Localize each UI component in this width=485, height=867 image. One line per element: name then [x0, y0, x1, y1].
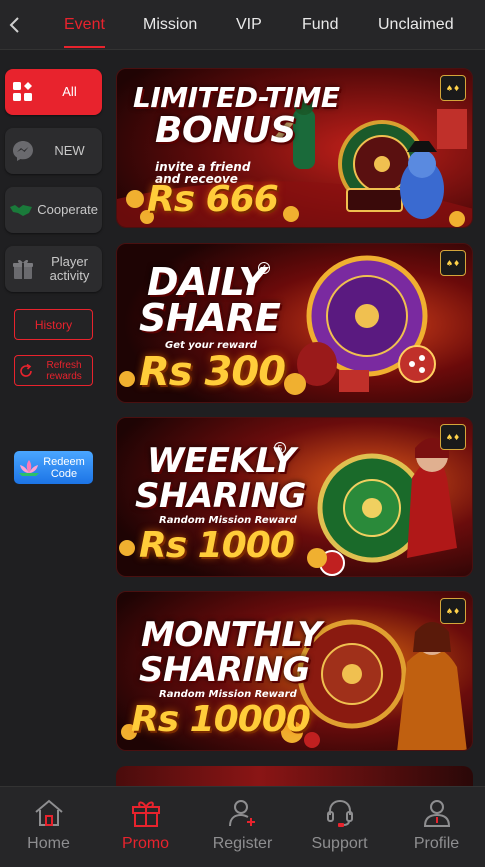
banner-daily-share[interactable]: DAILY SHARE Get your reward Rs 300 4 ♠♦ [116, 243, 473, 403]
banner-amount: Rs 10000 [131, 699, 311, 740]
banner-number-badge: 5 [274, 442, 286, 454]
gift-icon [131, 801, 160, 827]
nav-label: Register [212, 835, 273, 852]
nav-home[interactable]: Home [0, 787, 97, 867]
banner-title-line1: MONTHLY [141, 615, 322, 655]
nav-label: Promo [121, 835, 170, 852]
nav-label: Support [311, 835, 368, 852]
tab-event[interactable]: Event [64, 0, 105, 50]
brand-logo-icon: ♠♦ [440, 75, 466, 101]
nav-promo[interactable]: Promo [97, 787, 194, 867]
top-tab-bar: Event Mission VIP Fund Unclaimed [0, 0, 485, 50]
banner-monthly-sharing[interactable]: MONTHLY SHARING Random Mission Reward Rs… [116, 591, 473, 751]
tab-fund[interactable]: Fund [302, 0, 338, 50]
chevron-left-icon [9, 16, 19, 33]
brand-logo-icon: ♠♦ [440, 598, 466, 624]
banner-title-line1: DAILY [147, 260, 266, 304]
category-sidebar: All NEW Cooperate Player activity Histor… [0, 50, 110, 785]
handshake-icon [5, 201, 37, 219]
brand-logo-icon: ♠♦ [440, 250, 466, 276]
nav-profile[interactable]: Profile [388, 787, 485, 867]
profile-icon [423, 800, 450, 827]
history-button[interactable]: History [14, 309, 93, 340]
sidebar-item-player-activity[interactable]: Player activity [5, 246, 102, 292]
redeem-code-label: Redeem Code [43, 455, 85, 480]
tab-unclaimed[interactable]: Unclaimed [378, 0, 454, 50]
sidebar-item-label: Cooperate [37, 202, 98, 217]
sidebar-item-all[interactable]: All [5, 69, 102, 115]
banner-amount: Rs 666 [147, 179, 279, 220]
refresh-rewards-button[interactable]: Refresh rewards [14, 355, 93, 386]
grid-icon [5, 81, 41, 103]
banner-title-line2: SHARING [135, 476, 306, 516]
sidebar-item-label: NEW [54, 143, 85, 158]
home-icon [34, 799, 63, 826]
headset-icon [326, 799, 353, 827]
tab-mission[interactable]: Mission [143, 0, 197, 50]
sidebar-item-new[interactable]: NEW [5, 128, 102, 174]
gift-icon [5, 258, 41, 280]
back-button[interactable] [0, 0, 28, 50]
tab-vip[interactable]: VIP [236, 0, 262, 50]
banner-title-line2: SHARING [139, 650, 310, 690]
redeem-code-button[interactable]: Redeem Code [14, 451, 93, 484]
banner-amount: Rs 1000 [139, 525, 295, 566]
banner-title-line2: BONUS [155, 110, 296, 151]
nav-label: Profile [413, 835, 460, 852]
refresh-icon [20, 363, 32, 377]
banner-title-line2: SHARE [139, 296, 281, 340]
nav-support[interactable]: Support [291, 787, 388, 867]
bottom-nav: Home Promo Register Support Profile [0, 786, 485, 867]
banner-number-badge: 4 [258, 262, 270, 274]
nav-register[interactable]: Register [194, 787, 291, 867]
lotus-icon [19, 459, 39, 476]
add-user-icon [228, 800, 255, 827]
sidebar-item-label: All [62, 84, 77, 99]
sidebar-item-label: Player activity [49, 254, 90, 283]
banner-limited-time-bonus[interactable]: LIMITED-TIME BONUS invite a friend and r… [116, 68, 473, 228]
banner-title-line1: LIMITED-TIME [133, 81, 340, 114]
nav-label: Home [27, 835, 70, 852]
sidebar-item-cooperate[interactable]: Cooperate [5, 187, 102, 233]
brand-logo-icon: ♠♦ [440, 424, 466, 450]
banner-weekly-sharing[interactable]: WEEKLY SHARING Random Mission Reward Rs … [116, 417, 473, 577]
messenger-icon [5, 139, 41, 163]
refresh-rewards-label: Refresh rewards [46, 359, 82, 382]
banner-partial[interactable] [116, 766, 473, 786]
banner-amount: Rs 300 [139, 349, 286, 395]
